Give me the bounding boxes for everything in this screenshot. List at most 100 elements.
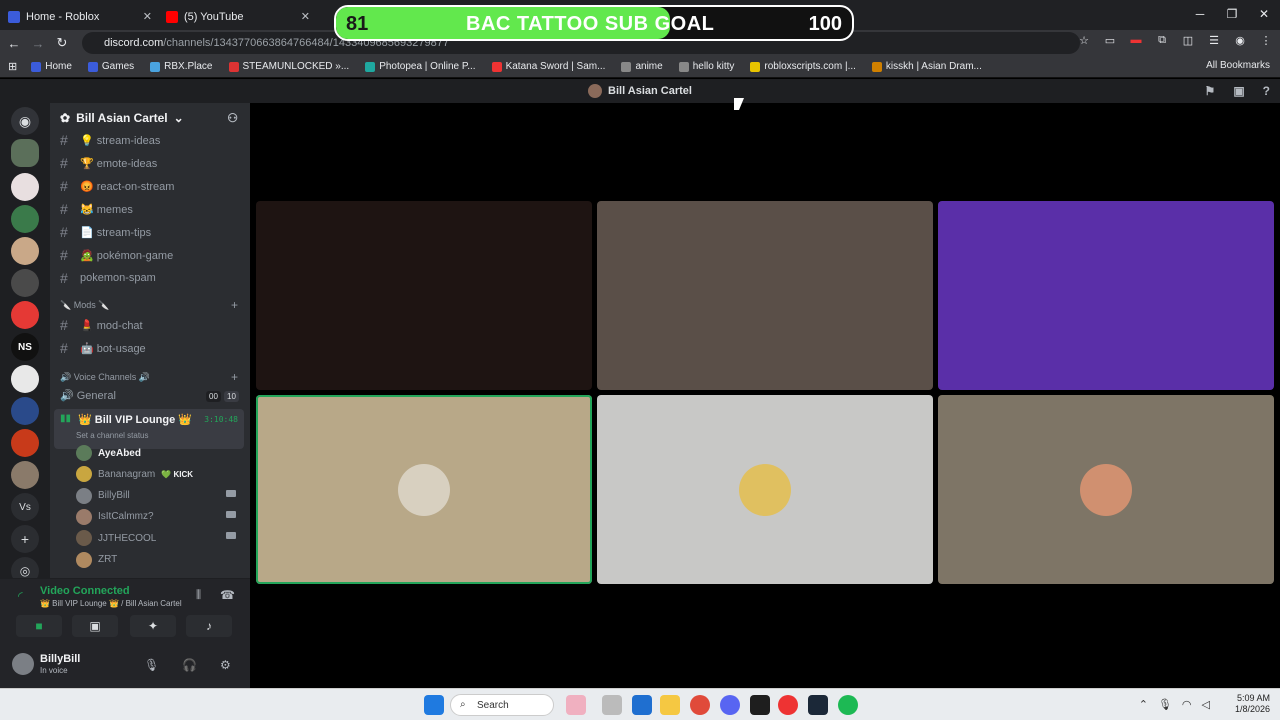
apps-icon[interactable]: ⊞ <box>8 60 17 73</box>
help-icon[interactable]: ? <box>1263 84 1270 98</box>
minimize-icon[interactable]: ─ <box>1184 0 1216 28</box>
server-icon[interactable] <box>11 461 39 489</box>
tab-search-icon[interactable]: ☰ <box>1206 34 1222 50</box>
discord-icon[interactable] <box>720 695 740 715</box>
activities-button[interactable]: ✦ <box>130 615 176 637</box>
category-mods[interactable]: 🔪 Mods 🔪 <box>60 300 109 311</box>
start-icon[interactable] <box>424 695 444 715</box>
voice-member[interactable]: ZRT <box>76 551 117 568</box>
avatar[interactable] <box>12 653 34 675</box>
bookmark-item[interactable]: Photopea | Online P... <box>357 61 483 72</box>
bookmark-item[interactable]: Home <box>23 61 80 72</box>
maximize-icon[interactable]: ❐ <box>1216 0 1248 28</box>
chevron-up-icon[interactable]: ⌃ <box>1139 698 1148 711</box>
voice-channel-vip-lounge[interactable]: ▮▮ 👑 Bill VIP Lounge 👑 3:10:48 Set a cha… <box>54 409 244 449</box>
voice-member[interactable]: BillyBill <box>76 487 236 504</box>
disconnect-icon[interactable]: ☎ <box>220 588 235 602</box>
clock[interactable]: 5:09 AM 1/8/2026 <box>1235 693 1270 715</box>
voice-member[interactable]: IsItCalmmz? <box>76 508 236 525</box>
text-channel[interactable]: # 💡 stream-ideas <box>60 132 160 148</box>
text-channel[interactable]: # 🧟 pokémon-game <box>60 247 173 263</box>
server-icon[interactable]: NS <box>11 333 39 361</box>
taskbar-search[interactable]: ⌕ Search <box>450 694 554 716</box>
server-header[interactable]: ✿ Bill Asian Cartel ⌄ ⚇ <box>50 103 250 133</box>
server-icon[interactable] <box>11 205 39 233</box>
add-channel-icon[interactable]: + <box>231 370 238 384</box>
voice-location[interactable]: 👑 Bill VIP Lounge 👑 / Bill Asian Cartel <box>40 599 182 608</box>
all-bookmarks[interactable]: All Bookmarks <box>1206 60 1270 71</box>
server-icon[interactable] <box>11 397 39 425</box>
chrome-icon[interactable] <box>690 695 710 715</box>
wifi-icon[interactable]: ◠ <box>1182 698 1192 711</box>
steam-icon[interactable] <box>808 695 828 715</box>
add-channel-icon[interactable]: + <box>231 298 238 312</box>
text-channel[interactable]: # 😹 memes <box>60 201 133 217</box>
profile-icon[interactable]: ◉ <box>1232 34 1248 50</box>
channel-status[interactable]: Set a channel status <box>76 431 149 440</box>
bookmark-item[interactable]: anime <box>613 61 670 72</box>
forward-icon[interactable]: → <box>26 36 50 51</box>
soundboard-button[interactable]: ♪ <box>186 615 232 637</box>
task-view-icon[interactable] <box>602 695 622 715</box>
screen-share-button[interactable]: ▣ <box>72 615 118 637</box>
volume-icon[interactable]: ◁ <box>1202 698 1210 711</box>
opera-icon[interactable] <box>778 695 798 715</box>
widget-icon[interactable] <box>566 695 586 715</box>
extension-icon[interactable]: ▬ <box>1128 34 1144 50</box>
video-tile[interactable] <box>256 395 592 584</box>
invite-icon[interactable]: ⚇ <box>227 111 238 125</box>
back-icon[interactable]: ← <box>2 36 26 51</box>
video-tile[interactable] <box>256 201 592 390</box>
text-channel[interactable]: # 😡 react-on-stream <box>60 178 174 194</box>
server-icon[interactable] <box>11 237 39 265</box>
server-icon[interactable] <box>11 173 39 201</box>
noise-suppression-icon[interactable]: ⫼ <box>196 589 201 602</box>
camera-button[interactable]: ■ <box>16 615 62 637</box>
extension-icon[interactable]: ▭ <box>1102 34 1118 50</box>
browser-tab[interactable]: (5) YouTube ✕ <box>158 4 316 30</box>
text-channel[interactable]: # 🏆 emote-ideas <box>60 155 157 171</box>
close-window-icon[interactable]: ✕ <box>1248 0 1280 28</box>
bookmark-item[interactable]: robloxscripts.com |... <box>742 61 864 72</box>
voice-member[interactable]: AyeAbed <box>76 445 141 461</box>
text-channel[interactable]: # 💄 mod-chat <box>60 317 143 333</box>
settings-icon[interactable]: ⚙ <box>220 658 231 672</box>
close-tab-icon[interactable]: ✕ <box>143 10 152 23</box>
reload-icon[interactable]: ↻ <box>50 35 74 51</box>
video-tile[interactable] <box>597 201 933 390</box>
server-icon[interactable] <box>11 365 39 393</box>
microphone-tray-icon[interactable]: 🎙 <box>1158 698 1172 711</box>
server-icon[interactable]: Vs <box>11 493 39 521</box>
browser-tab[interactable]: Home - Roblox ✕ <box>0 4 158 30</box>
headphones-icon[interactable]: 🎧 <box>182 658 197 672</box>
voice-channel-general[interactable]: 🔊 General <box>60 389 116 402</box>
bookmark-item[interactable]: RBX.Place <box>142 61 220 72</box>
store-icon[interactable] <box>632 695 652 715</box>
menu-icon[interactable]: ⋮ <box>1258 34 1274 50</box>
text-channel[interactable]: # 🤖 bot-usage <box>60 340 146 356</box>
inbox-icon[interactable]: ▣ <box>1233 84 1244 98</box>
app-icon[interactable] <box>750 695 770 715</box>
file-explorer-icon[interactable] <box>660 695 680 715</box>
server-icon[interactable] <box>11 139 39 167</box>
bookmark-item[interactable]: Games <box>80 61 142 72</box>
discord-home-icon[interactable]: ◉ <box>11 107 39 135</box>
voice-member[interactable]: Bananagram 💚 KICK <box>76 466 193 483</box>
text-channel[interactable]: # pokemon-spam <box>60 270 156 286</box>
video-tile[interactable] <box>597 395 933 584</box>
server-icon[interactable] <box>11 429 39 457</box>
spotify-icon[interactable] <box>838 695 858 715</box>
add-server-icon[interactable]: + <box>11 525 39 553</box>
voice-member[interactable]: JJTHECOOL <box>76 530 236 547</box>
video-tile[interactable] <box>938 395 1274 584</box>
server-icon[interactable] <box>11 269 39 297</box>
video-tile[interactable] <box>938 201 1274 390</box>
category-voice[interactable]: 🔊 Voice Channels 🔊 <box>60 372 150 383</box>
bookmark-item[interactable]: kisskh | Asian Dram... <box>864 61 990 72</box>
puzzle-icon[interactable]: ⧉ <box>1154 34 1170 50</box>
star-icon[interactable]: ☆ <box>1076 34 1092 50</box>
bookmark-item[interactable]: STEAMUNLOCKED »... <box>221 61 358 72</box>
split-view-icon[interactable]: ◫ <box>1180 34 1196 50</box>
server-icon[interactable] <box>11 301 39 329</box>
bookmark-item[interactable]: hello kitty <box>671 61 743 72</box>
